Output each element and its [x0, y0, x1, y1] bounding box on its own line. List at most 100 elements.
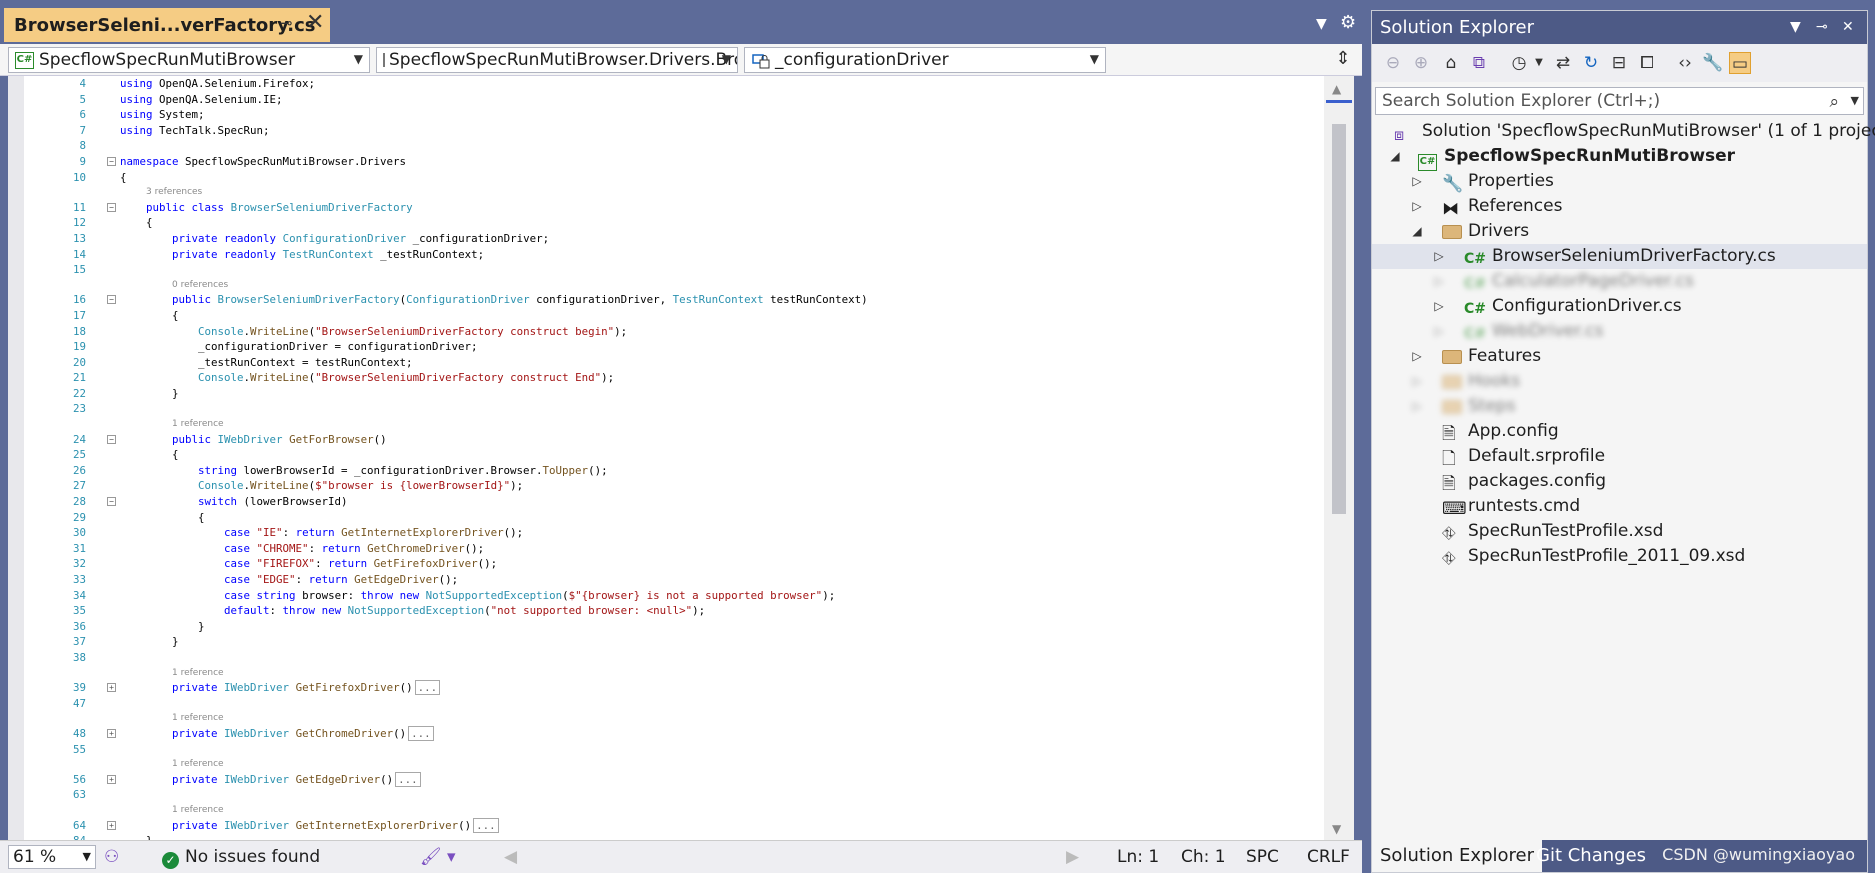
back-icon[interactable]: ⊖ [1382, 52, 1404, 74]
preview-selected-items-icon[interactable]: ▭ [1729, 52, 1751, 74]
collapse-region-icon[interactable]: − [107, 497, 116, 507]
issues-indicator[interactable]: ✓ No issues found [162, 847, 320, 869]
intellicode-icon[interactable]: ⚇ [104, 847, 119, 867]
tree-xsd-file[interactable]: ⛗ SpecRunTestProfile.xsd [1372, 519, 1867, 544]
tree-app-config[interactable]: 🗎 App.config [1372, 419, 1867, 444]
collapsed-region-marker[interactable]: ... [408, 725, 434, 741]
codelens-references[interactable]: 1 reference [24, 803, 1314, 818]
codelens-references[interactable]: 3 references [24, 185, 1314, 200]
show-all-files-icon[interactable]: ⧠ [1636, 52, 1658, 74]
codelens-label[interactable]: 3 references [146, 185, 202, 200]
gear-icon[interactable]: ⚙ [1340, 12, 1356, 33]
collapse-region-icon[interactable]: − [107, 202, 116, 212]
search-icon[interactable]: ⌕ [1829, 89, 1839, 115]
pending-changes-filter-icon[interactable]: ◷ [1508, 52, 1530, 74]
collapse-all-icon[interactable]: ⊟ [1608, 52, 1630, 74]
solution-search-input[interactable]: Search Solution Explorer (Ctrl+;) ⌕ ▼ [1375, 87, 1864, 115]
expand-region-icon[interactable]: + [107, 683, 116, 693]
codelens-label[interactable]: 1 reference [172, 666, 224, 681]
scroll-up-icon[interactable]: ▲ [1332, 82, 1341, 96]
collapse-region-icon[interactable]: − [107, 434, 116, 444]
codelens-references[interactable]: 1 reference [24, 417, 1314, 432]
tree-references[interactable]: ▷ ⧓ References [1372, 194, 1867, 219]
collapse-region-icon[interactable]: − [107, 295, 116, 305]
collapsed-region-marker[interactable]: ... [473, 817, 499, 833]
sync-active-document-icon[interactable]: ⇄ [1552, 52, 1574, 74]
expanded-icon[interactable]: ◢ [1410, 219, 1424, 244]
collapsed-icon[interactable]: ▷ [1432, 269, 1446, 294]
line-indicator[interactable]: Ln: 1 [1117, 847, 1159, 867]
codelens-references[interactable]: 0 references [24, 278, 1314, 293]
tab-git-changes[interactable]: Git Changes [1528, 840, 1654, 872]
collapse-region-icon[interactable]: − [107, 156, 116, 166]
tree-features-folder[interactable]: ▷ Features [1372, 344, 1867, 369]
tree-runtests[interactable]: ⌨ runtests.cmd [1372, 494, 1867, 519]
codelens-label[interactable]: 1 reference [172, 803, 224, 818]
split-window-icon[interactable]: ⇕ [1328, 47, 1358, 73]
scrollbar-thumb[interactable] [1332, 124, 1346, 514]
tree-properties[interactable]: ▷ 🔧 Properties [1372, 169, 1867, 194]
tree-file-config-driver[interactable]: ▷ C# ConfigurationDriver.cs [1372, 294, 1867, 319]
search-options-icon[interactable]: ▼ [1851, 88, 1859, 114]
nav-back-icon[interactable]: ◀ [504, 847, 517, 867]
collapsed-icon[interactable]: ▷ [1410, 394, 1424, 419]
collapsed-icon[interactable]: ▷ [1432, 294, 1446, 319]
refresh-icon[interactable]: ↻ [1580, 52, 1602, 74]
nav-forward-icon[interactable]: ▶ [1066, 847, 1079, 867]
collapsed-region-marker[interactable]: ... [395, 771, 421, 787]
codelens-label[interactable]: 1 reference [172, 757, 224, 772]
codelens-references[interactable]: 1 reference [24, 666, 1314, 681]
properties-icon[interactable]: 🔧 [1702, 52, 1724, 74]
project-dropdown[interactable]: C# SpecflowSpecRunMutiBrowser ▼ [8, 47, 370, 73]
codelens-references[interactable]: 1 reference [24, 757, 1314, 772]
tree-packages-config[interactable]: 🗎 packages.config [1372, 469, 1867, 494]
codelens-label[interactable]: 1 reference [172, 417, 224, 432]
forward-icon[interactable]: ⊕ [1410, 52, 1432, 74]
column-indicator[interactable]: Ch: 1 [1181, 847, 1226, 867]
collapsed-icon[interactable]: ▷ [1410, 194, 1424, 219]
view-code-icon[interactable]: ‹› [1674, 52, 1696, 74]
collapsed-region-marker[interactable]: ... [414, 680, 441, 696]
codelens-label[interactable]: 0 references [172, 278, 228, 293]
expand-region-icon[interactable]: + [107, 774, 116, 784]
collapsed-icon[interactable]: ▷ [1410, 369, 1424, 394]
vertical-scrollbar[interactable]: ▲ ▼ [1324, 76, 1354, 840]
chevron-down-icon[interactable]: ▼ [1528, 52, 1550, 74]
collapsed-icon[interactable]: ▷ [1432, 244, 1446, 269]
tree-xsd-file[interactable]: ⛗ SpecRunTestProfile_2011_09.xsd [1372, 544, 1867, 569]
line-ending-indicator[interactable]: CRLF [1307, 847, 1350, 867]
collapsed-icon[interactable]: ▷ [1410, 344, 1424, 369]
member-dropdown[interactable]: _configurationDriver ▼ [744, 47, 1106, 73]
collapsed-icon[interactable]: ▷ [1432, 319, 1446, 344]
codelens-references[interactable]: 1 reference [24, 711, 1314, 726]
type-dropdown[interactable]: SpecflowSpecRunMutiBrowser.Drivers.Brows… [376, 47, 738, 73]
tree-folder-blurred[interactable]: ▷ Steps [1372, 394, 1867, 419]
scroll-down-icon[interactable]: ▼ [1332, 822, 1341, 836]
tab-solution-explorer[interactable]: Solution Explorer [1372, 840, 1542, 872]
tree-file-blurred[interactable]: ▷ C# WebDriver.cs [1372, 319, 1867, 344]
tree-file-blurred[interactable]: ▷ C# CalculatorPageDriver.cs [1372, 269, 1867, 294]
tree-default-srprofile[interactable]: 🗋 Default.srprofile [1372, 444, 1867, 469]
tree-folder-blurred[interactable]: ▷ Hooks [1372, 369, 1867, 394]
close-icon[interactable]: ✕ [1842, 11, 1854, 44]
tree-solution[interactable]: ⧈ Solution 'SpecflowSpecRunMutiBrowser' … [1372, 119, 1875, 144]
window-options-icon[interactable]: ▼ [1790, 11, 1801, 44]
zoom-dropdown[interactable]: 61 % ▼ [8, 845, 96, 869]
codelens-label[interactable]: 1 reference [172, 711, 224, 726]
document-tab-active[interactable]: BrowserSeleni...verFactory.cs ⊸ ✕ [4, 8, 330, 42]
collapsed-icon[interactable]: ▷ [1410, 169, 1424, 194]
expanded-icon[interactable]: ◢ [1388, 144, 1402, 169]
close-icon[interactable]: ✕ [306, 10, 324, 35]
code-cleanup-icon[interactable]: 🖌 ▾ [420, 847, 456, 867]
code-editor[interactable]: 4 using OpenQA.Selenium.Firefox; 5 using Op… [8, 76, 1324, 840]
tree-file-factory[interactable]: ▷ C# BrowserSeleniumDriverFactory.cs [1372, 244, 1867, 269]
pin-icon[interactable]: ⊸ [1816, 11, 1828, 44]
home-icon[interactable]: ⌂ [1440, 52, 1462, 74]
tree-project[interactable]: ◢ C# SpecflowSpecRunMutiBrowser [1372, 144, 1867, 171]
tree-drivers-folder[interactable]: ◢ Drivers [1372, 219, 1867, 244]
expand-region-icon[interactable]: + [107, 820, 116, 830]
expand-region-icon[interactable]: + [107, 728, 116, 738]
switch-views-icon[interactable]: ⧉ [1468, 52, 1490, 74]
spacing-indicator[interactable]: SPC [1246, 847, 1279, 867]
pin-icon[interactable]: ⊸ [280, 14, 293, 32]
